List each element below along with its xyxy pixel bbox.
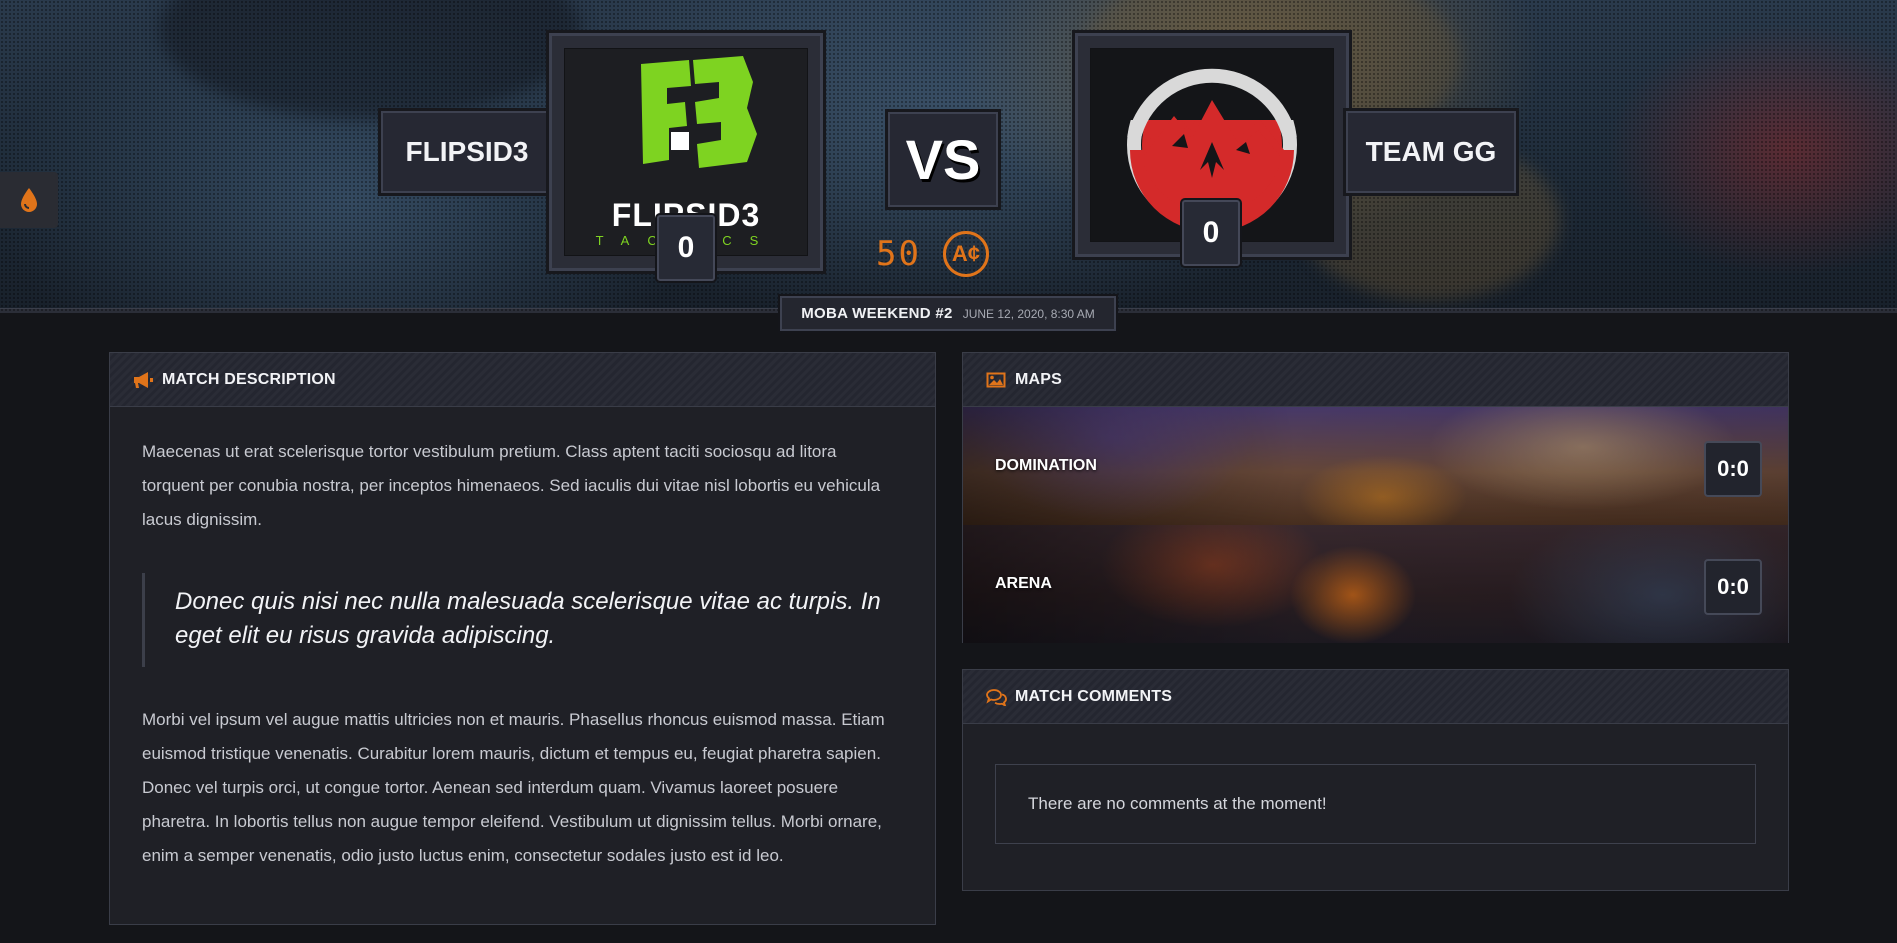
team1-name[interactable]: FLIPSID3	[381, 111, 553, 193]
maps-panel: MAPS DOMINATION 0:0 ARENA 0:0	[962, 352, 1789, 643]
event-name: MOBA WEEKEND #2	[801, 305, 953, 322]
event-date: JUNE 12, 2020, 8:30 AM	[962, 306, 1095, 321]
description-paragraph: Morbi vel ipsum vel augue mattis ultrici…	[142, 710, 885, 865]
map-score: 0:0	[1704, 559, 1762, 615]
map-name: DOMINATION	[995, 457, 1097, 474]
maps-header: MAPS	[963, 353, 1788, 407]
currency-symbol: A¢	[951, 241, 981, 266]
team1-score: 0	[657, 215, 715, 281]
drop-icon	[18, 188, 40, 212]
event-bar[interactable]: MOBA WEEKEND #2 JUNE 12, 2020, 8:30 AM	[780, 296, 1116, 331]
match-comments-panel: MATCH COMMENTS There are no comments at …	[962, 669, 1789, 891]
comments-icon	[985, 687, 1007, 707]
match-comments-header: MATCH COMMENTS	[963, 670, 1788, 724]
match-description-title: MATCH DESCRIPTION	[162, 370, 336, 388]
match-points: 50 A¢	[876, 230, 989, 278]
points-value: 50	[876, 234, 921, 274]
match-comments-title: MATCH COMMENTS	[1015, 687, 1173, 705]
comments-empty-state: There are no comments at the moment!	[995, 764, 1756, 844]
description-quote: Donec quis nisi nec nulla malesuada scel…	[142, 573, 903, 667]
match-description-body: Maecenas ut erat scelerisque tortor vest…	[110, 407, 935, 873]
vs-label: VS	[888, 112, 998, 207]
match-description-panel: MATCH DESCRIPTION Maecenas ut erat scele…	[109, 352, 936, 925]
currency-coin-icon: A¢	[942, 231, 989, 277]
match-description-header: MATCH DESCRIPTION	[110, 353, 935, 407]
team2-score: 0	[1182, 200, 1240, 266]
map-row-arena[interactable]: ARENA 0:0	[963, 525, 1788, 643]
hero-art-shape	[160, 0, 580, 120]
image-icon	[985, 370, 1007, 390]
megaphone-icon	[132, 370, 154, 390]
map-row-domination[interactable]: DOMINATION 0:0	[963, 407, 1788, 525]
map-name: ARENA	[995, 575, 1052, 592]
description-paragraph: Maecenas ut erat scelerisque tortor vest…	[142, 442, 881, 529]
map-score: 0:0	[1704, 441, 1762, 497]
maps-title: MAPS	[1015, 370, 1063, 388]
team2-name[interactable]: TEAM GG	[1346, 111, 1516, 193]
side-drawer-tab[interactable]	[0, 172, 58, 228]
